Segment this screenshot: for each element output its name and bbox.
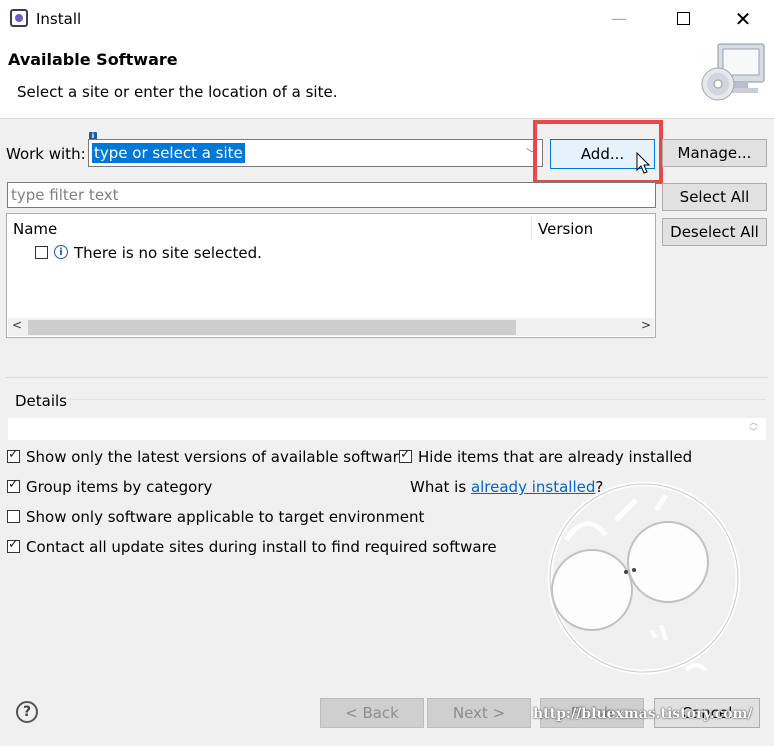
scrollbar-thumb[interactable] <box>28 320 516 335</box>
mouse-pointer-icon <box>636 152 651 174</box>
what-is-prefix: What is <box>410 478 471 496</box>
latest-versions-label[interactable]: Show only the latest versions of availab… <box>26 448 408 466</box>
wizard-header: Available Software Select a site or ente… <box>0 38 774 119</box>
select-all-button[interactable]: Select All <box>662 183 767 211</box>
blog-watermark-logo <box>547 481 741 675</box>
details-divider <box>68 399 766 400</box>
details-label: Details <box>15 392 68 410</box>
next-button[interactable]: Next > <box>427 698 531 728</box>
details-text-area[interactable]: ︿ ﹀ <box>8 418 766 440</box>
deselect-all-button[interactable]: Deselect All <box>662 218 767 246</box>
hide-installed-checkbox[interactable] <box>399 447 412 463</box>
column-header-version[interactable]: Version <box>538 220 593 238</box>
group-by-category-checkbox[interactable] <box>7 477 20 493</box>
minimize-button[interactable]: — <box>596 4 642 34</box>
details-group: Details ︿ ﹀ <box>6 392 768 442</box>
window-title: Install <box>36 10 82 28</box>
eclipse-app-icon <box>10 9 28 27</box>
latest-versions-checkbox[interactable] <box>7 447 20 463</box>
filter-input[interactable]: type filter text <box>7 182 656 208</box>
install-cd-monitor-icon <box>701 43 765 101</box>
title-bar: Install — ✕ <box>0 0 774 38</box>
scroll-left-icon[interactable]: < <box>12 318 22 332</box>
maximize-button[interactable] <box>660 4 706 34</box>
section-divider <box>6 377 768 378</box>
column-header-name[interactable]: Name <box>13 220 57 238</box>
row-checkbox[interactable] <box>35 246 48 259</box>
details-scroll-icon[interactable]: ︿ ﹀ <box>749 418 758 438</box>
back-button[interactable]: < Back <box>320 698 424 728</box>
work-with-value[interactable]: type or select a site <box>92 143 245 163</box>
software-tree-table[interactable]: Name Version i There is no site selected… <box>6 213 656 338</box>
manage-sites-button[interactable]: Manage... <box>662 139 767 167</box>
hide-installed-label[interactable]: Hide items that are already installed <box>418 448 692 466</box>
page-subtitle: Select a site or enter the location of a… <box>17 83 338 101</box>
contact-sites-checkbox[interactable] <box>7 537 20 553</box>
close-button[interactable]: ✕ <box>720 4 766 34</box>
target-environment-checkbox[interactable] <box>7 510 20 523</box>
page-title: Available Software <box>8 50 178 69</box>
target-environment-label[interactable]: Show only software applicable to target … <box>26 508 424 526</box>
group-by-category-label[interactable]: Group items by category <box>26 478 212 496</box>
contact-sites-label[interactable]: Contact all update sites during install … <box>26 538 497 556</box>
watermark-url: http://bluexmas.tistory.com/ <box>533 706 753 722</box>
work-with-combo[interactable]: type or select a site ﹀ <box>88 139 543 167</box>
work-with-label: Work with: <box>6 145 86 163</box>
horizontal-scrollbar[interactable]: < > <box>8 318 654 336</box>
maximize-icon <box>676 11 690 25</box>
column-divider <box>531 216 532 240</box>
help-button[interactable]: ? <box>16 701 38 723</box>
scroll-right-icon[interactable]: > <box>641 318 651 332</box>
info-icon: i <box>54 245 68 259</box>
table-row-message: There is no site selected. <box>74 244 262 262</box>
